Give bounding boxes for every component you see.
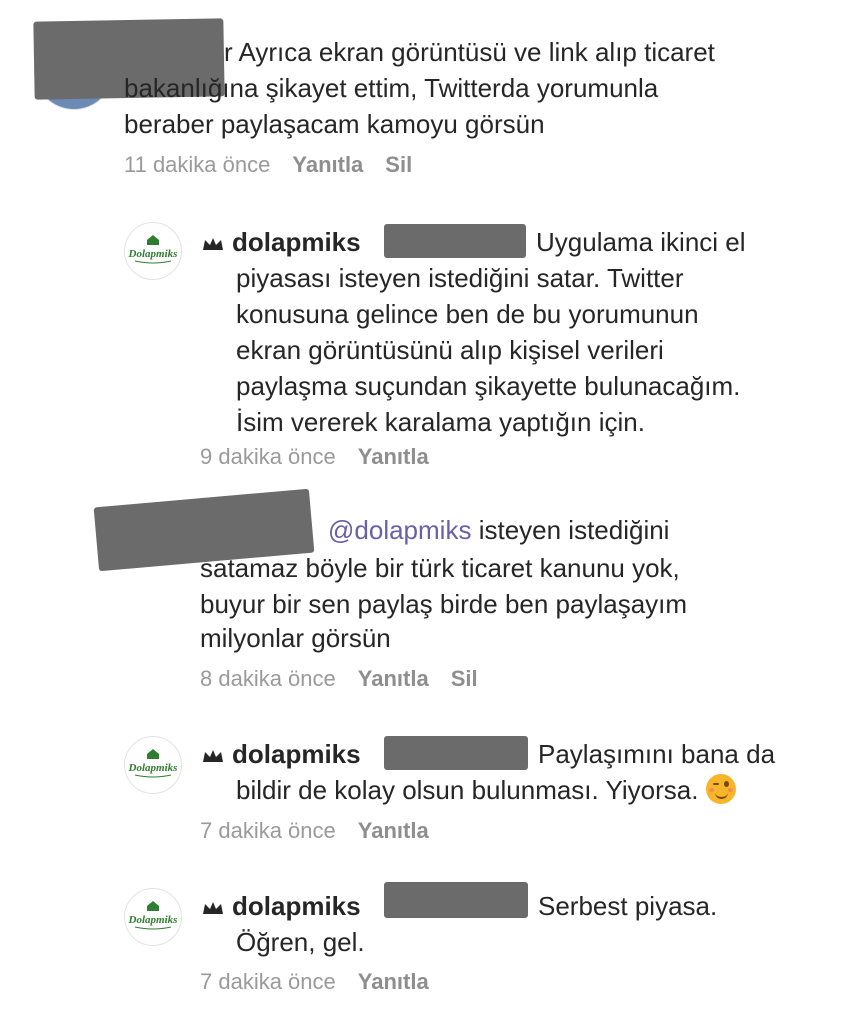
- reply-button[interactable]: Yanıtla: [358, 969, 429, 994]
- comment-text: dolapmiks: [202, 224, 361, 260]
- winking-face-icon: [705, 774, 736, 804]
- comment-text-line: Öğren, gel.: [236, 927, 365, 957]
- dolapmiks-avatar[interactable]: Dolapmiks: [124, 222, 182, 280]
- comment-text-line: milyonlar görsün: [200, 623, 391, 653]
- comment-text-line: beraber paylaşacam kamoyu görsün: [124, 109, 545, 139]
- crown-icon: [203, 750, 223, 762]
- comment-meta: 7 dakika önce Yanıtla: [200, 968, 429, 996]
- comment-text-line: Uygulama ikinci el: [536, 227, 746, 257]
- reply-button[interactable]: Yanıtla: [358, 666, 429, 691]
- comment-text-line: piyasası isteyen istediğini satar. Twitt…: [236, 263, 684, 293]
- comment-meta: 8 dakika önce Yanıtla Sil: [200, 665, 478, 693]
- dolapmiks-avatar[interactable]: Dolapmiks: [124, 888, 182, 946]
- crown-icon: [203, 902, 223, 914]
- dolapmiks-logo-icon: Dolapmiks: [128, 235, 178, 264]
- comment-meta: 11 dakika önce Yanıtla Sil: [124, 151, 412, 179]
- comment-text: dolapmiks: [202, 888, 361, 924]
- comment-text: r Ayrıca ekran görüntüsü ve link alıp ti…: [224, 37, 715, 67]
- dolapmiks-logo-icon: Dolapmiks: [128, 749, 178, 778]
- timestamp: 9 dakika önce: [200, 444, 336, 469]
- comment-text-line: bakanlığına şikayet ettim, Twitterda yor…: [124, 73, 659, 103]
- comment-text-line: Paylaşımını bana da: [538, 739, 776, 769]
- reply-button[interactable]: Yanıtla: [358, 818, 429, 843]
- comment-text-line: ekran görüntüsünü alıp kişisel verileri: [236, 335, 664, 365]
- crown-icon: [203, 238, 223, 250]
- timestamp: 11 dakika önce: [124, 152, 271, 177]
- comment-text-line: satamaz böyle bir türk ticaret kanunu yo…: [200, 553, 680, 583]
- redacted-mention: [384, 736, 528, 770]
- reply-button[interactable]: Yanıtla: [358, 444, 429, 469]
- comment-text-line: konusuna gelince ben de bu yorumunun: [236, 299, 699, 329]
- username-link[interactable]: dolapmiks: [232, 227, 361, 257]
- timestamp: 7 dakika önce: [200, 969, 336, 994]
- comment-text: dolapmiks: [202, 736, 361, 772]
- comment-meta: 9 dakika önce Yanıtla: [200, 443, 429, 471]
- comment-text: @dolapmiks isteyen istediğini: [328, 515, 670, 545]
- comment-text-line: buyur bir sen paylaş birde ben paylaşayı…: [200, 589, 688, 619]
- username-fragment: r: [224, 37, 233, 67]
- comment-text-line: bildir de kolay olsun bulunması. Yiyorsa…: [236, 772, 736, 808]
- delete-button[interactable]: Sil: [385, 152, 412, 177]
- username-link[interactable]: dolapmiks: [232, 739, 361, 769]
- dolapmiks-logo-icon: Dolapmiks: [128, 901, 178, 930]
- svg-text:Dolapmiks: Dolapmiks: [128, 914, 178, 926]
- comment-text-line: İsim vererek karalama yaptığın için.: [236, 407, 645, 437]
- comment-meta: 7 dakika önce Yanıtla: [200, 817, 429, 845]
- reply-button[interactable]: Yanıtla: [292, 152, 363, 177]
- svg-text:Dolapmiks: Dolapmiks: [128, 248, 178, 260]
- username-link[interactable]: dolapmiks: [232, 891, 361, 921]
- svg-text:Dolapmiks: Dolapmiks: [128, 762, 178, 774]
- redacted-mention: [384, 882, 528, 918]
- comment-text-line: paylaşma suçundan şikayette bulunacağım.: [236, 371, 741, 401]
- delete-button[interactable]: Sil: [451, 666, 478, 691]
- redacted-mention: [384, 224, 526, 258]
- comment-text-line: Serbest piyasa.: [538, 891, 718, 921]
- mention-link[interactable]: @dolapmiks: [328, 515, 471, 545]
- timestamp: 8 dakika önce: [200, 666, 336, 691]
- timestamp: 7 dakika önce: [200, 818, 336, 843]
- dolapmiks-avatar[interactable]: Dolapmiks: [124, 736, 182, 794]
